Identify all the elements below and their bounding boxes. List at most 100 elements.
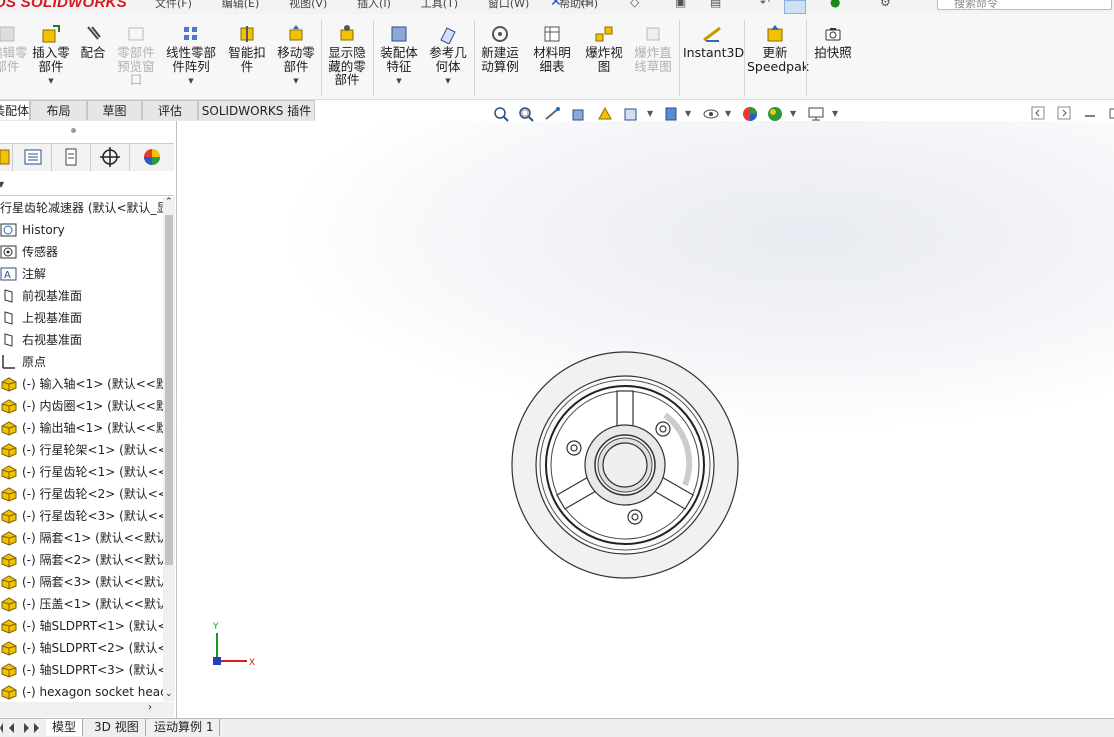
tree-item[interactable]: 原点 [0, 351, 163, 373]
menu-help[interactable]: 帮助(H) [559, 0, 598, 10]
minimize-doc-icon[interactable] [1083, 106, 1097, 120]
display-manager-tab[interactable] [130, 144, 174, 171]
menu-window[interactable]: 窗口(W) [488, 0, 529, 10]
exploded-view-button[interactable]: 爆炸视 图 [582, 24, 626, 73]
print-icon[interactable]: ▤ [710, 0, 721, 9]
edit-component-button[interactable]: 编辑零 部件 [0, 24, 28, 73]
view-settings-icon[interactable] [807, 105, 825, 123]
maximize-doc-icon[interactable] [1107, 106, 1114, 120]
view-orientation-icon[interactable] [622, 105, 640, 123]
insert-component-button[interactable]: 插入零 部件 ▼ [29, 24, 73, 89]
filter-icon[interactable]: ▼ [0, 180, 4, 189]
apply-scene-icon[interactable] [766, 105, 784, 123]
tab-layout[interactable]: 布局 [30, 100, 87, 120]
save-icon[interactable]: ▣ [675, 0, 686, 9]
tree-item[interactable]: 上视基准面 [0, 307, 163, 329]
show-hidden-components-button[interactable]: 显示隐 藏的零 部件 [325, 24, 369, 87]
pin-icon[interactable]: ✕ [550, 0, 562, 10]
reference-geometry-button[interactable]: 参考几 何体 ▼ [426, 24, 470, 89]
previous-view-icon[interactable] [544, 105, 562, 123]
tree-item[interactable]: (-) 行星轮架<1> (默认<< [0, 439, 163, 461]
new-motion-study-button[interactable]: 新建运 动算例 [478, 24, 522, 73]
view-settings-caret-icon[interactable]: ▼ [832, 109, 838, 118]
component-preview-button[interactable]: 零部件 预览窗 口 [114, 24, 158, 87]
scroll-right-icon[interactable]: › [148, 702, 152, 713]
smart-fastener-button[interactable]: 智能扣 件 [225, 24, 269, 73]
display-style-icon[interactable] [662, 105, 680, 123]
tree-item[interactable]: (-) 轴SLDPRT<3> (默认< [0, 659, 163, 681]
tab-model[interactable]: 模型 [46, 719, 84, 736]
bill-of-materials-button[interactable]: 材料明 细表 [530, 24, 574, 73]
tree-horizontal-scrollbar[interactable]: › [0, 702, 174, 717]
configuration-manager-tab[interactable] [52, 144, 91, 171]
display-style-caret-icon[interactable]: ▼ [685, 109, 691, 118]
search-commands-input[interactable]: 搜索命令 [937, 0, 1112, 10]
select-icon[interactable] [784, 0, 806, 14]
linear-pattern-button[interactable]: 线性零部 件阵列 ▼ [163, 24, 219, 89]
assembly-features-dropdown-icon[interactable]: ▼ [377, 75, 421, 89]
undo-icon[interactable]: ↶ [760, 0, 770, 9]
tree-item[interactable]: (-) 行星齿轮<3> (默认<< [0, 505, 163, 527]
move-component-dropdown-icon[interactable]: ▼ [274, 75, 318, 89]
tree-item[interactable]: (-) 隔套<1> (默认<<默认 [0, 527, 163, 549]
mate-button[interactable]: 配合 [79, 24, 107, 60]
zoom-to-fit-icon[interactable] [492, 105, 510, 123]
scroll-up-icon[interactable]: ⌃ [165, 197, 173, 207]
instant3d-button[interactable]: Instant3D [683, 24, 744, 60]
tree-item[interactable]: 传感器 [0, 241, 163, 263]
edit-appearance-icon[interactable] [741, 105, 759, 123]
tree-item[interactable]: (-) 输入轴<1> (默认<<默 [0, 373, 163, 395]
menu-insert[interactable]: 插入(I) [357, 0, 391, 10]
rebuild-icon[interactable]: ● [830, 0, 840, 9]
tree-item[interactable]: (-) 轴SLDPRT<2> (默认< [0, 637, 163, 659]
tab-motion-study-1[interactable]: 运动算例 1 [148, 719, 221, 736]
tree-item[interactable]: History [0, 219, 163, 241]
tree-filter-bar[interactable]: ▼ [0, 171, 174, 196]
tree-item[interactable]: 前视基准面 [0, 285, 163, 307]
tab-sketch[interactable]: 草图 [87, 100, 142, 120]
hide-show-items-icon[interactable] [702, 105, 720, 123]
tree-item[interactable]: (-) 内齿圈<1> (默认<<默 [0, 395, 163, 417]
section-view-icon[interactable] [570, 105, 588, 123]
tree-item[interactable]: (-) 行星齿轮<2> (默认<< [0, 483, 163, 505]
zoom-to-area-icon[interactable] [517, 105, 535, 123]
restore-pane-icon[interactable] [1031, 106, 1045, 120]
menu-edit[interactable]: 编辑(E) [222, 0, 260, 10]
tab-scroll-buttons[interactable] [0, 721, 40, 735]
insert-component-dropdown-icon[interactable]: ▼ [29, 75, 73, 89]
tree-item[interactable]: (-) 隔套<2> (默认<<默认 [0, 549, 163, 571]
menu-view[interactable]: 视图(V) [289, 0, 327, 10]
hide-show-caret-icon[interactable]: ▼ [725, 109, 731, 118]
property-manager-tab[interactable] [13, 144, 52, 171]
explode-line-sketch-button[interactable]: 爆炸直 线草图 [631, 24, 675, 73]
scroll-down-icon[interactable]: ⌄ [165, 689, 173, 699]
expand-pane-icon[interactable] [1057, 106, 1071, 120]
linear-pattern-dropdown-icon[interactable]: ▼ [163, 75, 219, 89]
tree-item[interactable]: (-) 输出轴<1> (默认<<默 [0, 417, 163, 439]
view-orientation-caret-icon[interactable]: ▼ [647, 109, 653, 118]
apply-scene-caret-icon[interactable]: ▼ [790, 109, 796, 118]
tree-item[interactable]: (-) hexagon socket heac [0, 681, 163, 701]
graphics-area[interactable]: Y X [177, 121, 1114, 718]
tree-item[interactable]: 右视基准面 [0, 329, 163, 351]
tree-item[interactable]: A 注解 [0, 263, 163, 285]
tree-item[interactable]: (-) 轴SLDPRT<1> (默认< [0, 615, 163, 637]
open-icon[interactable]: ◇ [630, 0, 639, 9]
tree-item[interactable]: (-) 隔套<3> (默认<<默认 [0, 571, 163, 593]
new-document-icon[interactable]: ▭ [580, 0, 591, 9]
tree-item[interactable]: (-) 行星齿轮<1> (默认<< [0, 461, 163, 483]
feature-manager-tab[interactable] [0, 144, 13, 171]
tree-root[interactable]: 行星齿轮减速器 (默认<默认_显 [0, 197, 163, 219]
menu-file[interactable]: 文件(F) [155, 0, 192, 10]
options-gear-icon[interactable]: ⚙ [880, 0, 891, 9]
panel-grip-icon[interactable] [71, 128, 76, 133]
take-snapshot-button[interactable]: 拍快照 [810, 24, 856, 60]
update-speedpak-button[interactable]: 更新 Speedpak [747, 24, 809, 73]
move-component-button[interactable]: 移动零 部件 ▼ [274, 24, 318, 89]
dynamic-annotation-icon[interactable] [596, 105, 614, 123]
tab-evaluate[interactable]: 评估 [142, 100, 198, 120]
tab-3d-view[interactable]: 3D 视图 [88, 719, 146, 736]
assembly-features-button[interactable]: 装配体 特征 ▼ [377, 24, 421, 89]
reference-geometry-dropdown-icon[interactable]: ▼ [426, 75, 470, 89]
tab-solidworks-addins[interactable]: SOLIDWORKS 插件 [198, 100, 315, 120]
